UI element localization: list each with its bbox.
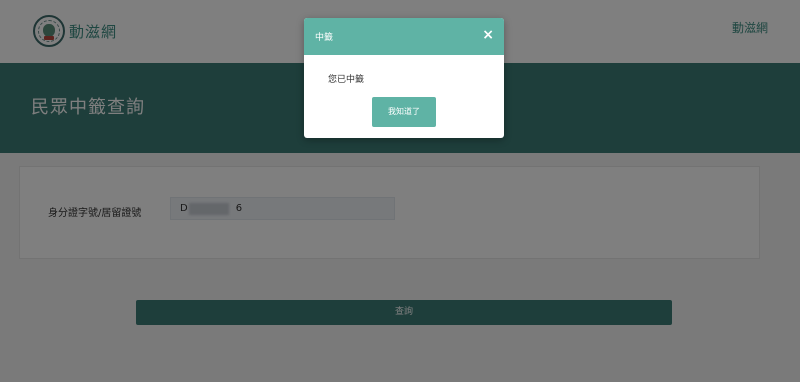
result-dialog: 中籤 × 您已中籤 我知道了: [304, 18, 504, 138]
close-icon[interactable]: ×: [482, 27, 494, 43]
dialog-title: 中籤: [315, 33, 334, 43]
page: 動滋網 動滋網 民眾中籤查詢 身分證字號/居留證號 D6 查詢 中籤 × 您已中…: [0, 0, 800, 382]
dialog-header: 中籤 ×: [304, 18, 504, 55]
confirm-button[interactable]: 我知道了: [372, 97, 436, 127]
dialog-message: 您已中籤: [328, 75, 365, 85]
